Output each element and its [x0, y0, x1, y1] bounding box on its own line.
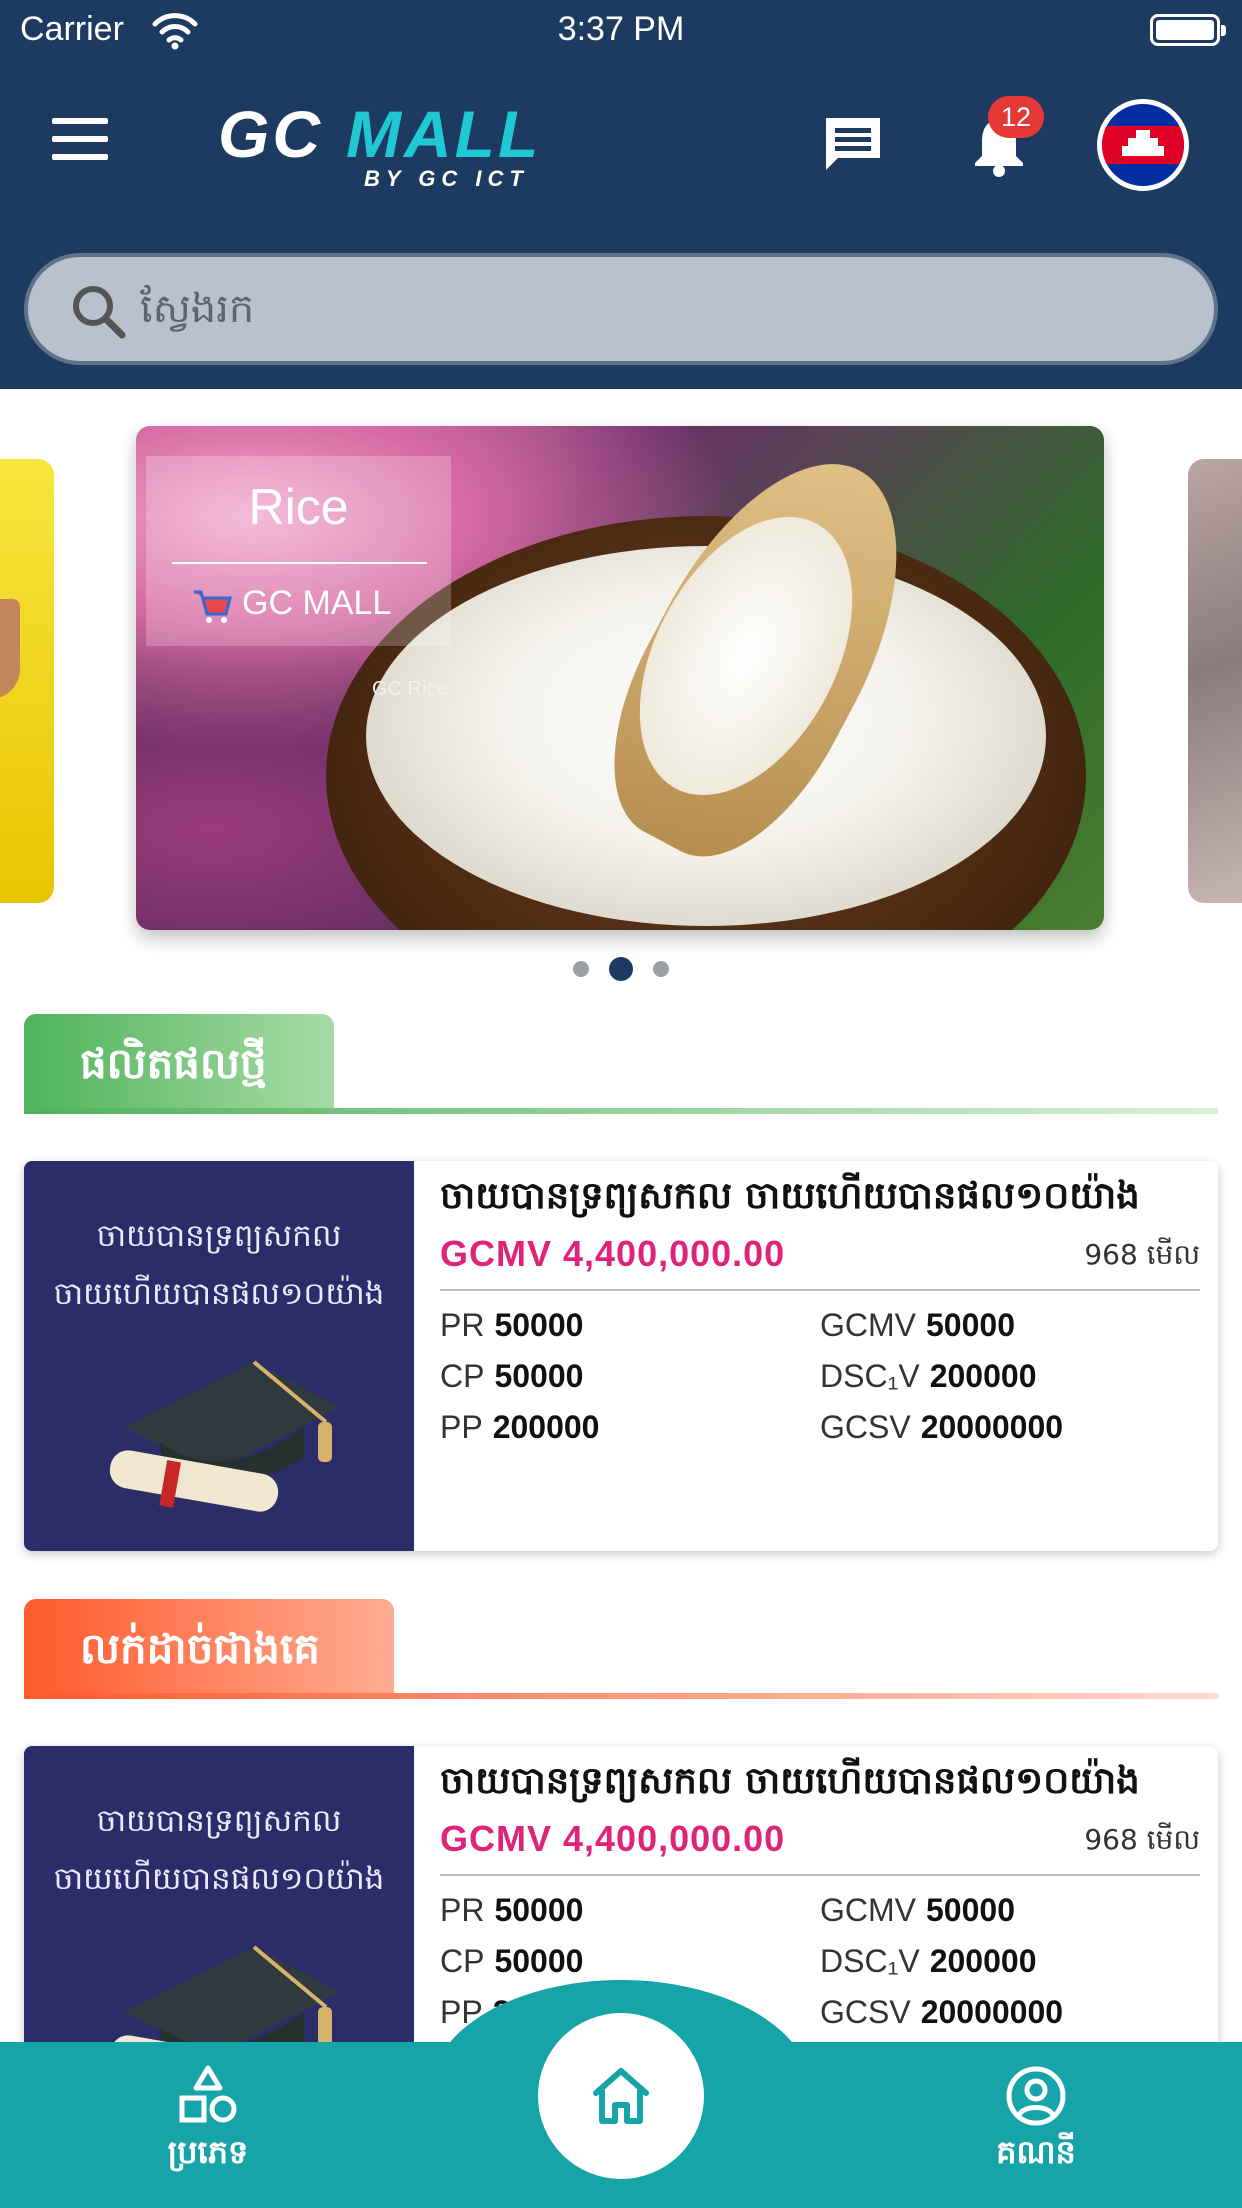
nav-label-account: គណនី	[996, 2133, 1076, 2171]
chat-icon[interactable]	[820, 112, 886, 178]
stat-cp: CP 50000	[440, 1943, 584, 1979]
banner-title: Rice	[248, 479, 349, 535]
clock: 3:37 PM	[557, 10, 685, 48]
category-icon	[179, 2065, 237, 2123]
section-title-best-selling: លក់ដាច់ជាងគេ	[24, 1599, 394, 1699]
search-icon	[73, 286, 126, 339]
logo-byline: BY GC ICT	[364, 166, 529, 191]
banner-slide-previous[interactable]	[0, 459, 54, 903]
stat-dscv: DSC₁V 200000	[820, 1358, 1037, 1394]
nav-item-account[interactable]: គណនី	[936, 2064, 1136, 2179]
banner-subtitle: GC Rice	[372, 678, 448, 700]
logo-gc: GC	[218, 97, 323, 171]
banner-slide-next[interactable]	[1188, 459, 1242, 903]
app-logo: GC MALL BY GC ICT	[218, 96, 548, 206]
stat-dscv: DSC₁V 200000	[820, 1943, 1037, 1979]
product-views: 968 មើល	[1084, 1823, 1200, 1856]
stat-gcmv: GCMV 50000	[820, 1307, 1015, 1343]
cart-icon	[194, 590, 232, 623]
product-title[interactable]: ចាយបានទ្រព្យសកល ចាយហើយបានផល១០យ៉ាង	[440, 1173, 1200, 1227]
app-header: Carrier 3:37 PM GC MALL BY GC ICT 12 ស្វ…	[0, 0, 1242, 389]
carousel-dot-active[interactable]	[609, 957, 633, 981]
search-input[interactable]: ស្វែងរក	[24, 253, 1218, 365]
section-header-new-products: ផលិតផលថ្មី	[24, 1014, 1218, 1114]
product-card[interactable]: ចាយបានទ្រព្យសកល ចាយហើយបានផល១០យ៉ាង ចាយបាន…	[24, 1161, 1218, 1551]
search-placeholder: ស្វែងរក	[140, 286, 255, 332]
product-image: ចាយបានទ្រព្យសកល ចាយហើយបានផល១០យ៉ាង	[24, 1161, 414, 1551]
banner-slide-rice[interactable]: Rice GC MALL GC Rice	[136, 426, 1104, 930]
banner-brand: GC MALL	[242, 584, 392, 622]
carousel-indicator	[0, 957, 1242, 981]
product-image-text: ចាយបានទ្រព្យសកល ចាយហើយបានផល១០យ៉ាង	[53, 1803, 385, 1897]
product-price: GCMV 4,400,000.00	[440, 1818, 786, 1859]
account-icon	[1006, 2066, 1066, 2126]
carousel-dot[interactable]	[573, 961, 589, 977]
flag-icon[interactable]	[1097, 99, 1189, 191]
product-views: 968 មើល	[1084, 1238, 1200, 1271]
notification-badge: 12	[988, 96, 1044, 138]
stat-pr: PR 50000	[440, 1307, 584, 1343]
stat-pp: PP200000	[440, 1409, 600, 1445]
section-header-best-selling: លក់ដាច់ជាងគេ	[24, 1599, 1218, 1699]
carousel-dot[interactable]	[653, 961, 669, 977]
menu-icon[interactable]	[52, 118, 114, 168]
section-title-new-products: ផលិតផលថ្មី	[24, 1014, 334, 1114]
home-icon	[593, 2068, 649, 2124]
home-button[interactable]	[538, 2013, 704, 2179]
battery-icon	[1150, 14, 1226, 46]
stat-gcsv: GCSV 20000000	[820, 1409, 1064, 1445]
graduation-cap-icon	[109, 1360, 339, 1512]
banner-label: Rice GC MALL GC Rice	[146, 456, 451, 700]
product-image-text: ចាយបានទ្រព្យសកល ចាយហើយបានផល១០យ៉ាង	[53, 1218, 385, 1312]
nav-label-category: ប្រភេទ	[167, 2133, 249, 2171]
stat-pr: PR 50000	[440, 1892, 584, 1928]
stat-gcsv: GCSV 20000000	[820, 1994, 1064, 2030]
status-bar: Carrier 3:37 PM	[0, 0, 1242, 62]
stat-gcmv: GCMV 50000	[820, 1892, 1015, 1928]
logo-mall: MALL	[346, 97, 542, 171]
product-price: GCMV 4,400,000.00	[440, 1233, 786, 1274]
banner-carousel[interactable]: Rice GC MALL GC Rice	[0, 389, 1242, 989]
product-title[interactable]: ចាយបានទ្រព្យសកល ចាយហើយបានផល១០យ៉ាង	[440, 1758, 1200, 1812]
nav-item-category[interactable]: ប្រភេទ	[108, 2064, 308, 2179]
stat-cp: CP 50000	[440, 1358, 584, 1394]
